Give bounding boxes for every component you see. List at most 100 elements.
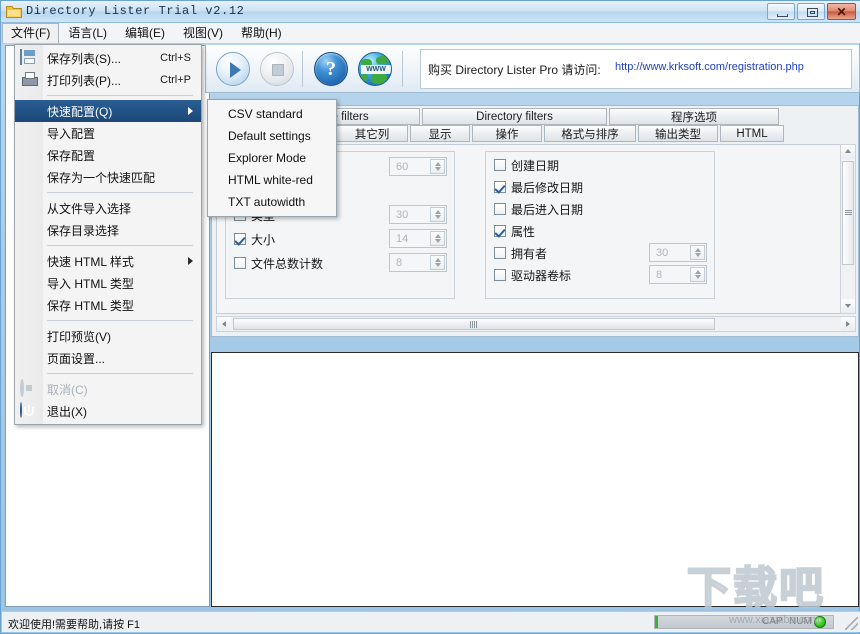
scroll-right-icon[interactable] bbox=[841, 317, 855, 331]
checkbox-row[interactable]: 文件总数计数 bbox=[234, 254, 323, 272]
tab-program-options[interactable]: 程序选项 bbox=[609, 108, 779, 125]
submenu-item-txt-autowidth-label: TXT autowidth bbox=[228, 195, 305, 209]
volume-width-stepper[interactable] bbox=[690, 267, 705, 282]
size-width-spinner[interactable]: 14 bbox=[389, 229, 447, 248]
type-width-spinner[interactable]: 30 bbox=[389, 205, 447, 224]
window-title: Directory Lister Trial v2.12 bbox=[26, 4, 244, 18]
checkbox-row[interactable]: 驱动器卷标 bbox=[494, 266, 571, 284]
columns-group-right: 创建日期 最后修改日期 最后进入日期 属性 拥有者 bbox=[485, 151, 715, 299]
checkbox-row[interactable]: 拥有者 bbox=[494, 244, 547, 262]
close-button[interactable]: ✕ bbox=[827, 3, 856, 20]
menu-item-save-config[interactable]: 保存配置 bbox=[15, 144, 201, 166]
menu-item-exit[interactable]: 退出(X) bbox=[15, 400, 201, 422]
menu-file-label: 文件(F) bbox=[11, 26, 50, 40]
menu-view[interactable]: 视图(V) bbox=[174, 23, 232, 43]
modified-date-label: 最后修改日期 bbox=[511, 179, 583, 196]
accessed-date-label: 最后进入日期 bbox=[511, 201, 583, 218]
owner-checkbox[interactable] bbox=[494, 247, 506, 259]
file-list-output-area[interactable] bbox=[211, 352, 859, 607]
name-width-stepper[interactable] bbox=[430, 159, 445, 174]
toolbar: ? WWW 购买 Directory Lister Pro 请访问: http:… bbox=[205, 45, 860, 93]
menu-help[interactable]: 帮助(H) bbox=[232, 23, 291, 43]
tab-other-columns[interactable]: 其它列 bbox=[336, 125, 408, 142]
size-checkbox[interactable] bbox=[234, 233, 246, 245]
scroll-up-icon[interactable] bbox=[841, 145, 855, 159]
resize-grip[interactable] bbox=[845, 617, 858, 630]
tab-html[interactable]: HTML bbox=[720, 125, 784, 142]
owner-width-spinner[interactable]: 30 bbox=[649, 243, 707, 262]
volume-width-value: 8 bbox=[656, 269, 662, 281]
stop-icon bbox=[260, 52, 294, 86]
menu-item-print-list-accel: Ctrl+P bbox=[160, 74, 191, 86]
checkbox-row[interactable]: 创建日期 bbox=[494, 156, 559, 174]
menu-item-save-html-type[interactable]: 保存 HTML 类型 bbox=[15, 294, 201, 316]
menu-item-save-as-quick-match-label: 保存为一个快速匹配 bbox=[47, 169, 155, 186]
owner-width-stepper[interactable] bbox=[690, 245, 705, 260]
menu-separator bbox=[47, 95, 193, 96]
options-horizontal-scrollbar[interactable] bbox=[216, 316, 856, 332]
tab-operations[interactable]: 操作 bbox=[472, 125, 542, 142]
menu-item-save-list[interactable]: 保存列表(S)... Ctrl+S bbox=[15, 47, 201, 69]
menu-item-import-selection-from-file[interactable]: 从文件导入选择 bbox=[15, 197, 201, 219]
checkbox-row[interactable]: 属性 bbox=[494, 222, 535, 240]
volume-width-spinner[interactable]: 8 bbox=[649, 265, 707, 284]
hscroll-thumb[interactable] bbox=[233, 318, 715, 330]
help-button[interactable]: ? bbox=[314, 52, 348, 86]
menu-language[interactable]: 语言(L) bbox=[59, 23, 116, 43]
file-count-checkbox[interactable] bbox=[234, 257, 246, 269]
size-width-stepper[interactable] bbox=[430, 231, 445, 246]
vscroll-thumb[interactable] bbox=[842, 161, 854, 265]
maximize-icon bbox=[807, 8, 818, 17]
menu-item-import-html-type[interactable]: 导入 HTML 类型 bbox=[15, 272, 201, 294]
submenu-item-html-white-red-label: HTML white-red bbox=[228, 173, 313, 187]
menu-item-quick-html-style[interactable]: 快速 HTML 样式 bbox=[15, 250, 201, 272]
modified-date-checkbox[interactable] bbox=[494, 181, 506, 193]
submenu-item-explorer-mode[interactable]: Explorer Mode bbox=[208, 147, 336, 169]
menu-item-import-selection-from-file-label: 从文件导入选择 bbox=[47, 200, 131, 217]
submenu-item-html-white-red[interactable]: HTML white-red bbox=[208, 169, 336, 191]
checkbox-row[interactable]: 最后进入日期 bbox=[494, 200, 583, 218]
registration-link[interactable]: http://www.krksoft.com/registration.php bbox=[615, 61, 804, 73]
menu-item-page-setup[interactable]: 页面设置... bbox=[15, 347, 201, 369]
file-count-label: 文件总数计数 bbox=[251, 255, 323, 272]
menu-separator bbox=[47, 192, 193, 193]
menu-item-import-config[interactable]: 导入配置 bbox=[15, 122, 201, 144]
owner-width-value: 30 bbox=[656, 247, 668, 259]
minimize-button[interactable] bbox=[767, 3, 795, 20]
submenu-item-csv-standard[interactable]: CSV standard bbox=[208, 103, 336, 125]
menu-edit[interactable]: 编辑(E) bbox=[116, 23, 174, 43]
checkbox-row[interactable]: 最后修改日期 bbox=[494, 178, 583, 196]
scroll-left-icon[interactable] bbox=[217, 317, 231, 331]
volume-label-checkbox[interactable] bbox=[494, 269, 506, 281]
exit-icon bbox=[20, 403, 38, 419]
options-vertical-scrollbar[interactable] bbox=[840, 144, 856, 314]
menu-item-print-list[interactable]: 打印列表(P)... Ctrl+P bbox=[15, 69, 201, 91]
created-date-checkbox[interactable] bbox=[494, 159, 506, 171]
file-count-width-stepper[interactable] bbox=[430, 255, 445, 270]
accessed-date-checkbox[interactable] bbox=[494, 203, 506, 215]
menu-item-save-directory-selection[interactable]: 保存目录选择 bbox=[15, 219, 201, 241]
tab-display[interactable]: 显示 bbox=[410, 125, 470, 142]
maximize-button[interactable] bbox=[797, 3, 825, 20]
submenu-item-txt-autowidth[interactable]: TXT autowidth bbox=[208, 191, 336, 213]
menu-edit-label: 编辑(E) bbox=[125, 26, 165, 40]
menu-item-print-preview[interactable]: 打印预览(V) bbox=[15, 325, 201, 347]
menu-item-save-as-quick-match[interactable]: 保存为一个快速匹配 bbox=[15, 166, 201, 188]
type-width-stepper[interactable] bbox=[430, 207, 445, 222]
stop-button[interactable] bbox=[260, 52, 294, 86]
quick-config-submenu: CSV standard Default settings Explorer M… bbox=[207, 99, 337, 217]
attributes-label: 属性 bbox=[511, 223, 535, 240]
checkbox-row[interactable]: 大小 bbox=[234, 230, 275, 248]
menu-item-quick-config[interactable]: 快速配置(Q) bbox=[15, 100, 201, 122]
tab-directory-filters[interactable]: Directory filters bbox=[422, 108, 607, 125]
attributes-checkbox[interactable] bbox=[494, 225, 506, 237]
tab-format-sort[interactable]: 格式与排序 bbox=[544, 125, 636, 142]
tab-output-type[interactable]: 输出类型 bbox=[638, 125, 718, 142]
website-button[interactable]: WWW bbox=[358, 52, 392, 86]
name-width-spinner[interactable]: 60 bbox=[389, 157, 447, 176]
menu-file[interactable]: 文件(F) bbox=[2, 23, 59, 43]
scroll-down-icon[interactable] bbox=[841, 299, 855, 313]
file-count-width-spinner[interactable]: 8 bbox=[389, 253, 447, 272]
start-button[interactable] bbox=[216, 52, 250, 86]
submenu-item-default-settings[interactable]: Default settings bbox=[208, 125, 336, 147]
